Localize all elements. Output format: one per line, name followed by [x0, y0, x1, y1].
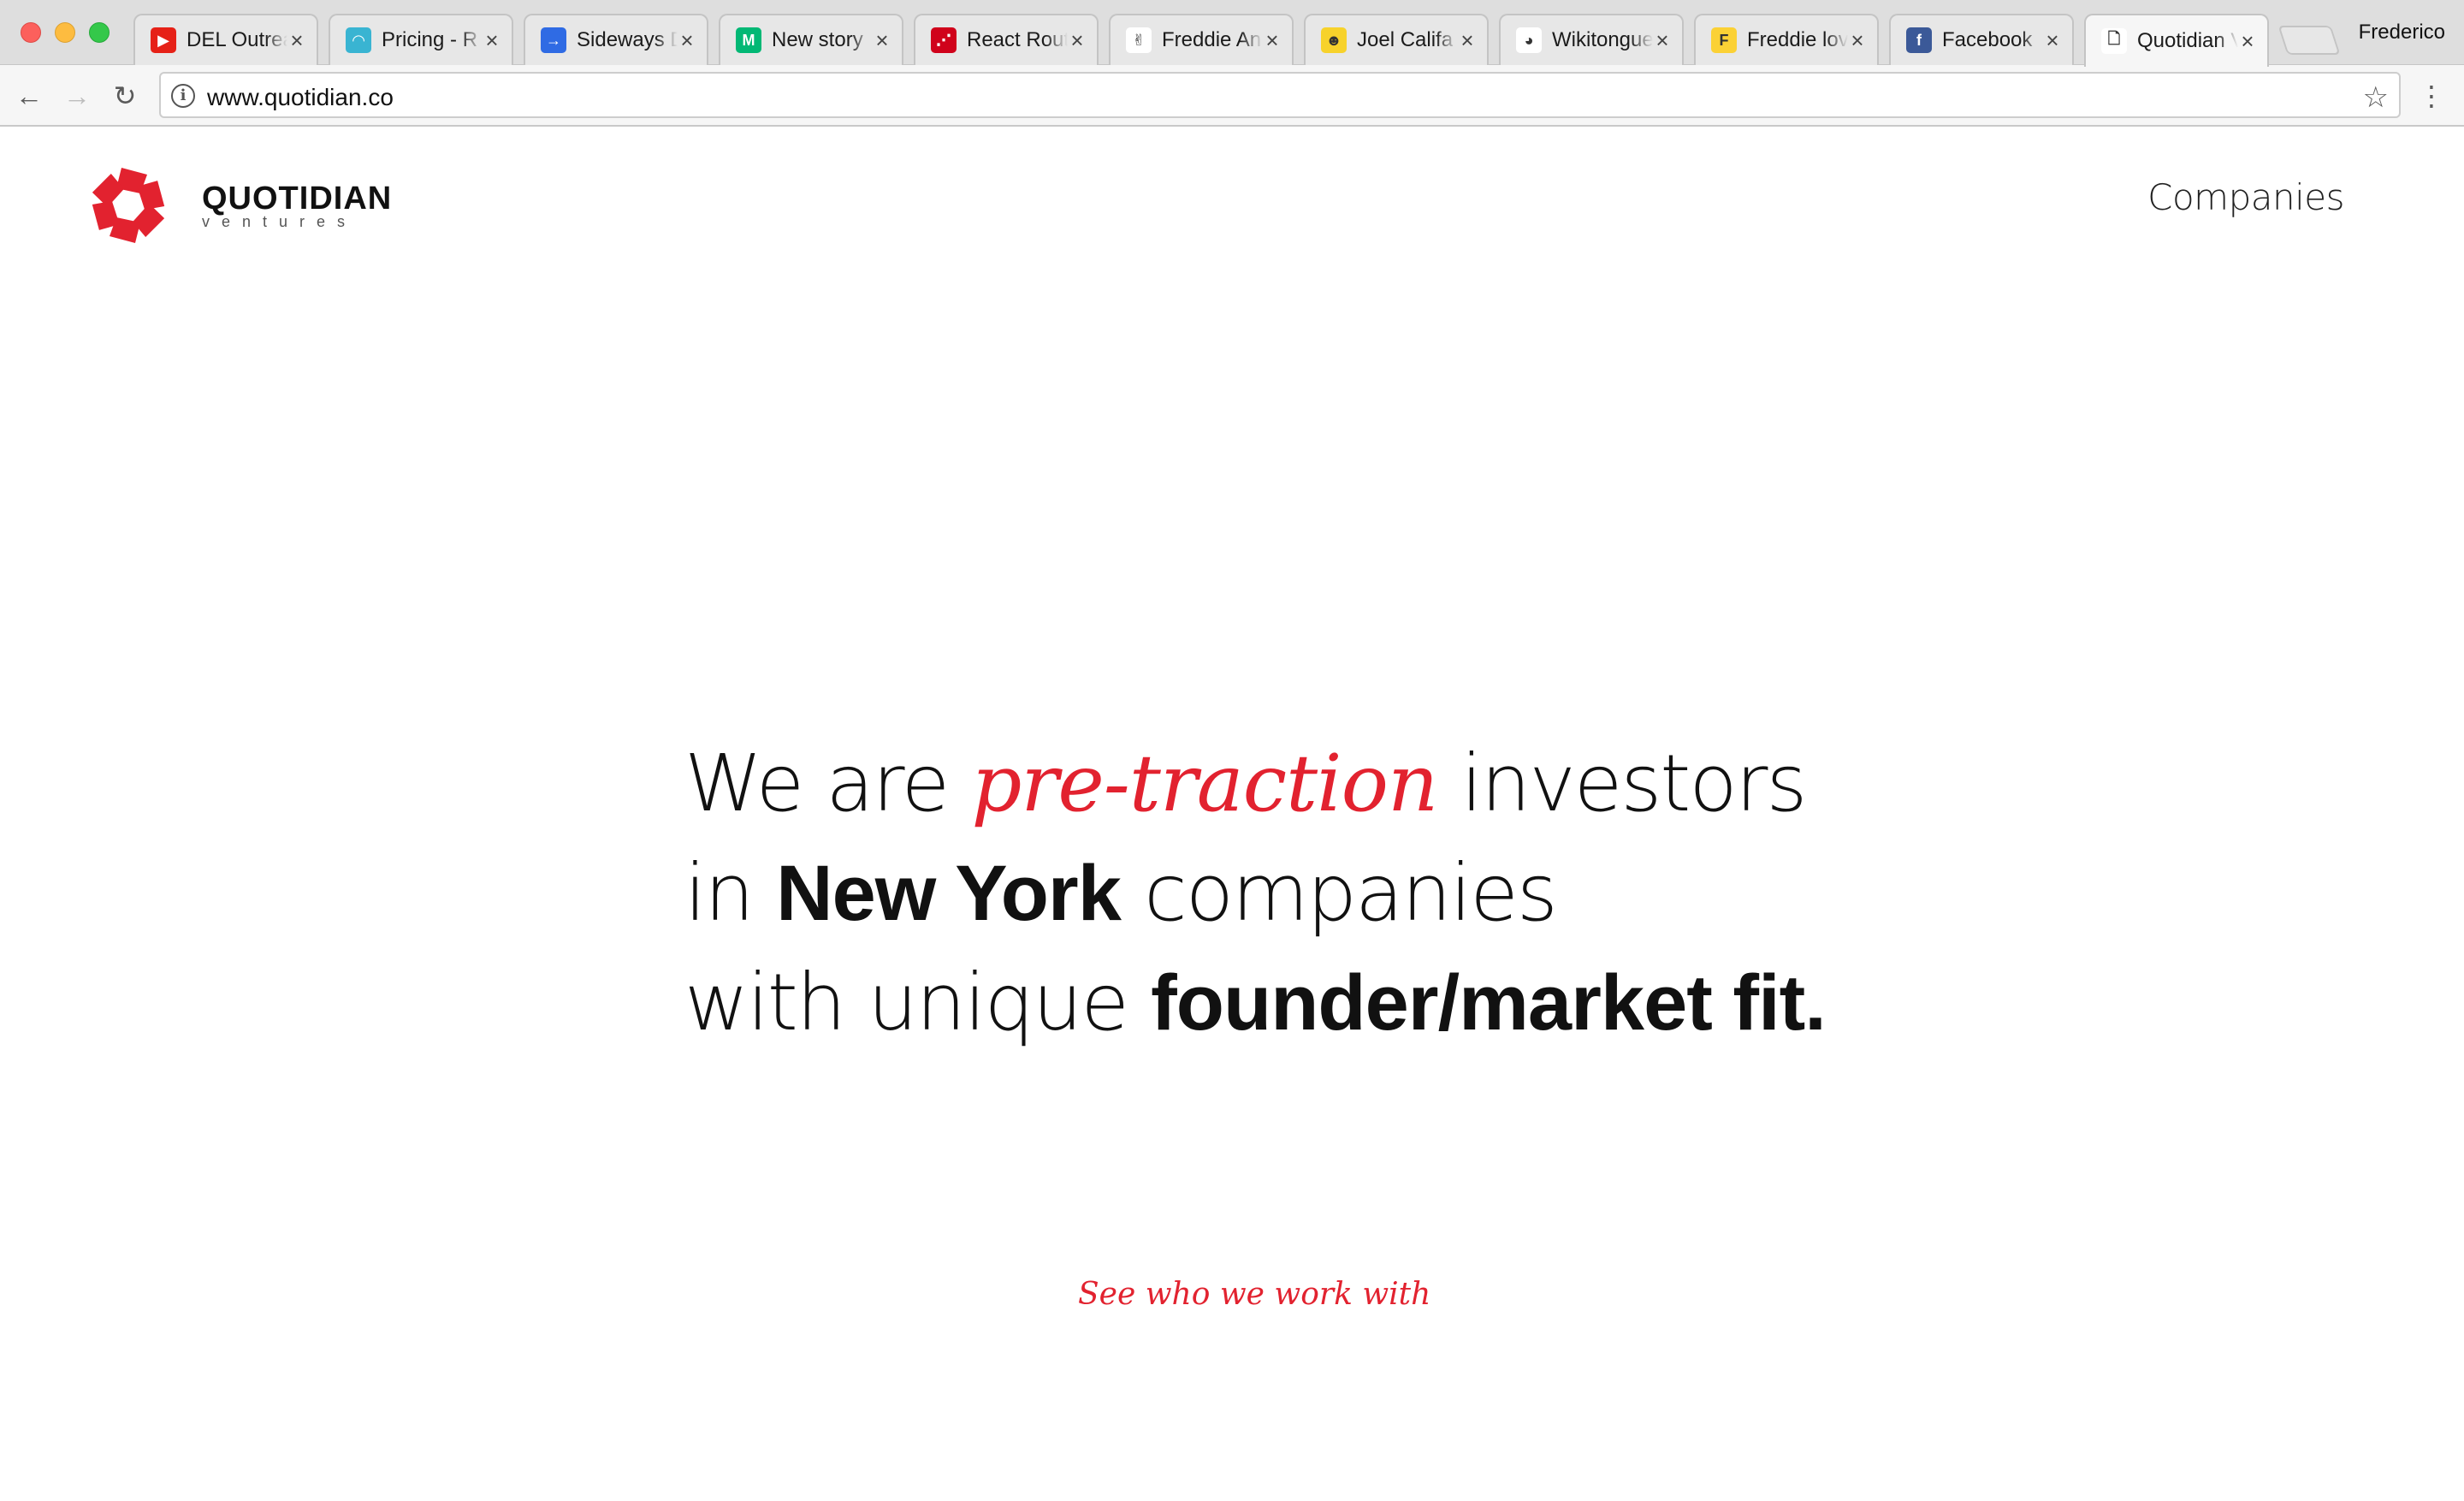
tab-title: Quotidian V — [2137, 29, 2238, 52]
pricing-icon: ◠ — [346, 27, 371, 53]
brand-name: QUOTIDIAN — [202, 181, 393, 217]
react-router-icon: ⋰ — [931, 27, 957, 53]
browser-tab[interactable]: ⋰ React Router× — [914, 14, 1099, 65]
tab-close-icon[interactable]: × — [678, 29, 696, 51]
browser-tab[interactable]: M New story × — [719, 14, 903, 65]
browser-tab[interactable]: → Sideways D × — [524, 14, 708, 65]
tab-close-icon[interactable]: × — [873, 29, 891, 51]
hero-statement: We are pre-traction investors in New Yor… — [684, 729, 1882, 1058]
hero-text: companies — [1120, 847, 1558, 939]
tab-close-icon[interactable]: × — [2238, 30, 2257, 52]
facebook-icon: f — [1906, 27, 1932, 53]
tab-title: Sideways D — [577, 28, 678, 51]
tab-title: Facebook — [1942, 28, 2033, 51]
f-letter-icon: F — [1711, 27, 1737, 53]
browser-toolbar: ← → ↻ i www.quotidian.co ☆ ⋮ — [0, 65, 2464, 127]
browser-tab[interactable]: ◠ Pricing - R × — [329, 14, 513, 65]
tab-close-icon[interactable]: × — [1068, 29, 1087, 51]
maximize-window-button[interactable] — [89, 22, 110, 43]
tab-title: Freddie An — [1162, 28, 1262, 51]
tab-close-icon[interactable]: × — [1653, 29, 1672, 51]
brand-wordmark[interactable]: QUOTIDIAN ventures — [202, 181, 392, 229]
browser-tab[interactable]: ▶ DEL Outreach× — [133, 14, 318, 65]
arrow-circle-icon: → — [541, 27, 566, 53]
document-icon: 🗋 — [2101, 28, 2127, 54]
peace-hand-icon: ✌ — [1126, 27, 1152, 53]
tab-title: Wikitongues — [1552, 28, 1653, 51]
back-arrow-icon[interactable]: ← — [14, 80, 44, 111]
hero-line-1: We are pre-traction investors — [684, 729, 1882, 839]
hero-bold-text: founder/market fit. — [1151, 959, 1827, 1047]
tab-close-icon[interactable]: × — [1848, 29, 1867, 51]
hero-line-2: in New York companies — [684, 839, 1882, 948]
hero-bold-text: New York — [776, 850, 1122, 937]
browser-tab-strip: ▶DEL Outreach×◠Pricing - R×→Sideways D×M… — [0, 0, 2464, 67]
tab-close-icon[interactable]: × — [1263, 29, 1282, 51]
new-tab-button[interactable] — [2277, 26, 2341, 55]
browser-menu-icon[interactable]: ⋮ — [2418, 80, 2445, 111]
tab-close-icon[interactable]: × — [287, 29, 306, 51]
quotidian-logo[interactable] — [89, 163, 168, 248]
browser-tab[interactable]: F Freddie lov × — [1694, 14, 1879, 65]
site-info-icon[interactable]: i — [171, 84, 195, 108]
profile-button[interactable]: Frederico — [2359, 21, 2445, 44]
hero-text: investors — [1437, 738, 1807, 829]
bookmark-star-icon[interactable]: ☆ — [2363, 80, 2389, 115]
nav-companies-link[interactable]: Companies — [2147, 176, 2344, 218]
medium-icon: M — [736, 27, 761, 53]
browser-tab[interactable]: f Facebook × — [1889, 14, 2074, 65]
see-who-we-work-with-link[interactable]: See who we work with — [1078, 1277, 1430, 1312]
minimize-window-button[interactable] — [55, 22, 75, 43]
browser-tab[interactable]: ✌ Freddie An × — [1109, 14, 1294, 65]
tab-close-icon[interactable]: × — [2043, 29, 2062, 51]
url-text[interactable]: www.quotidian.co — [207, 84, 394, 111]
hero-accent-text: pre-traction — [971, 738, 1438, 829]
quotidian-logo-mark-icon — [92, 168, 165, 243]
browser-tab[interactable]: ☻ Joel Califa × — [1304, 14, 1489, 65]
close-window-button[interactable] — [21, 22, 41, 43]
emoji-face-icon: ☻ — [1321, 27, 1347, 53]
hero-text: We are — [684, 738, 972, 829]
panda-icon: ◕ — [1516, 27, 1542, 53]
hero-line-3: with unique founder/market fit. — [684, 948, 1882, 1058]
forward-arrow-icon[interactable]: → — [62, 80, 92, 111]
hero-text: with unique — [684, 957, 1152, 1048]
tab-title: New story — [772, 28, 863, 51]
browser-tab[interactable]: 🗋 Quotidian V × — [2084, 14, 2269, 67]
youtube-icon: ▶ — [151, 27, 176, 53]
browser-tab[interactable]: ◕ Wikitongues × — [1499, 14, 1684, 65]
tab-close-icon[interactable]: × — [1458, 29, 1477, 51]
tab-close-icon[interactable]: × — [483, 29, 501, 51]
reload-icon[interactable]: ↻ — [110, 80, 140, 111]
tab-title: DEL Outreach — [187, 28, 287, 51]
tab-title: React Router — [967, 28, 1068, 51]
tab-title: Joel Califa — [1357, 28, 1454, 51]
tab-title: Pricing - R — [382, 28, 478, 51]
tab-title: Freddie lov — [1747, 28, 1848, 51]
address-bar[interactable]: i www.quotidian.co ☆ — [159, 72, 2401, 118]
hero-text: in — [684, 847, 777, 939]
